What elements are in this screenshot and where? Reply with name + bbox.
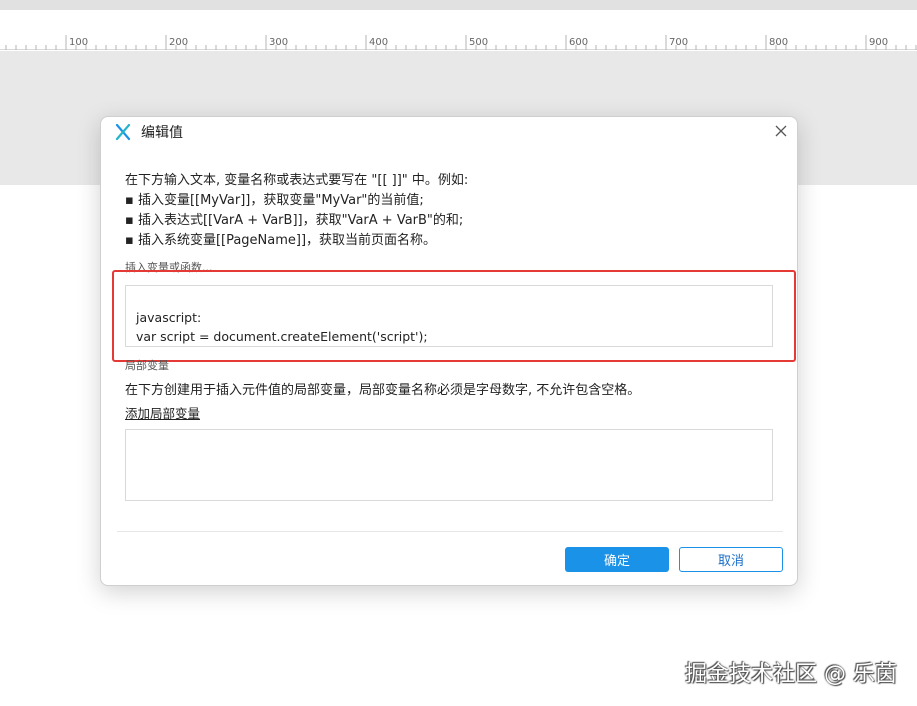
ruler-ticks: 100 200 300 400 500 600 700 800 900	[5, 35, 917, 50]
footer-divider	[117, 531, 783, 532]
ruler-label: 300	[269, 37, 288, 48]
watermark: 掘金技术社区 @ 乐茵	[685, 662, 897, 687]
instruction-line: ▪ 插入表达式[[VarA + VarB]]，获取"VarA + VarB"的和…	[125, 213, 464, 228]
ruler-label: 900	[869, 37, 888, 48]
horizontal-ruler: 100 200 300 400 500 600 700 800 900	[0, 33, 917, 50]
edit-value-dialog: 编辑值 在下方输入文本, 变量名称或表达式要写在 "[[ ]]" 中。例如: ▪…	[100, 116, 798, 586]
text-line: javascript:	[136, 310, 202, 325]
ruler-label: 800	[769, 37, 788, 48]
ruler-label: 100	[69, 37, 88, 48]
local-variables-list[interactable]	[125, 429, 773, 501]
value-text-area[interactable]: javascript: var script = document.create…	[125, 285, 773, 347]
instruction-line: ▪ 插入系统变量[[PageName]]，获取当前页面名称。	[125, 233, 437, 248]
dialog-title: 编辑值	[141, 125, 183, 141]
cancel-button[interactable]: 取消	[679, 547, 783, 572]
ruler-label: 500	[469, 37, 488, 48]
instruction-line: 在下方输入文本, 变量名称或表达式要写在 "[[ ]]" 中。例如:	[125, 173, 469, 188]
instruction-line: ▪ 插入变量[[MyVar]]，获取变量"MyVar"的当前值;	[125, 193, 424, 208]
top-bar	[0, 0, 917, 10]
text-line: var script = document.createElement('scr…	[136, 329, 428, 344]
ruler-label: 400	[369, 37, 388, 48]
add-local-variable-link[interactable]: 添加局部变量	[125, 403, 200, 422]
ok-button[interactable]: 确定	[565, 547, 669, 572]
instructions: 在下方输入文本, 变量名称或表达式要写在 "[[ ]]" 中。例如: ▪ 插入变…	[125, 171, 468, 251]
axure-logo-icon	[115, 123, 131, 141]
local-variables-description: 在下方创建用于插入元件值的局部变量，局部变量名称必须是字母数字, 不允许包含空格…	[125, 383, 641, 398]
close-icon[interactable]	[773, 123, 789, 139]
ruler-label: 600	[569, 37, 588, 48]
insert-variable-link[interactable]: 插入变量或函数...	[125, 259, 213, 275]
ruler-label: 200	[169, 37, 188, 48]
local-variables-heading: 局部变量	[125, 359, 169, 372]
ruler-label: 700	[669, 37, 688, 48]
